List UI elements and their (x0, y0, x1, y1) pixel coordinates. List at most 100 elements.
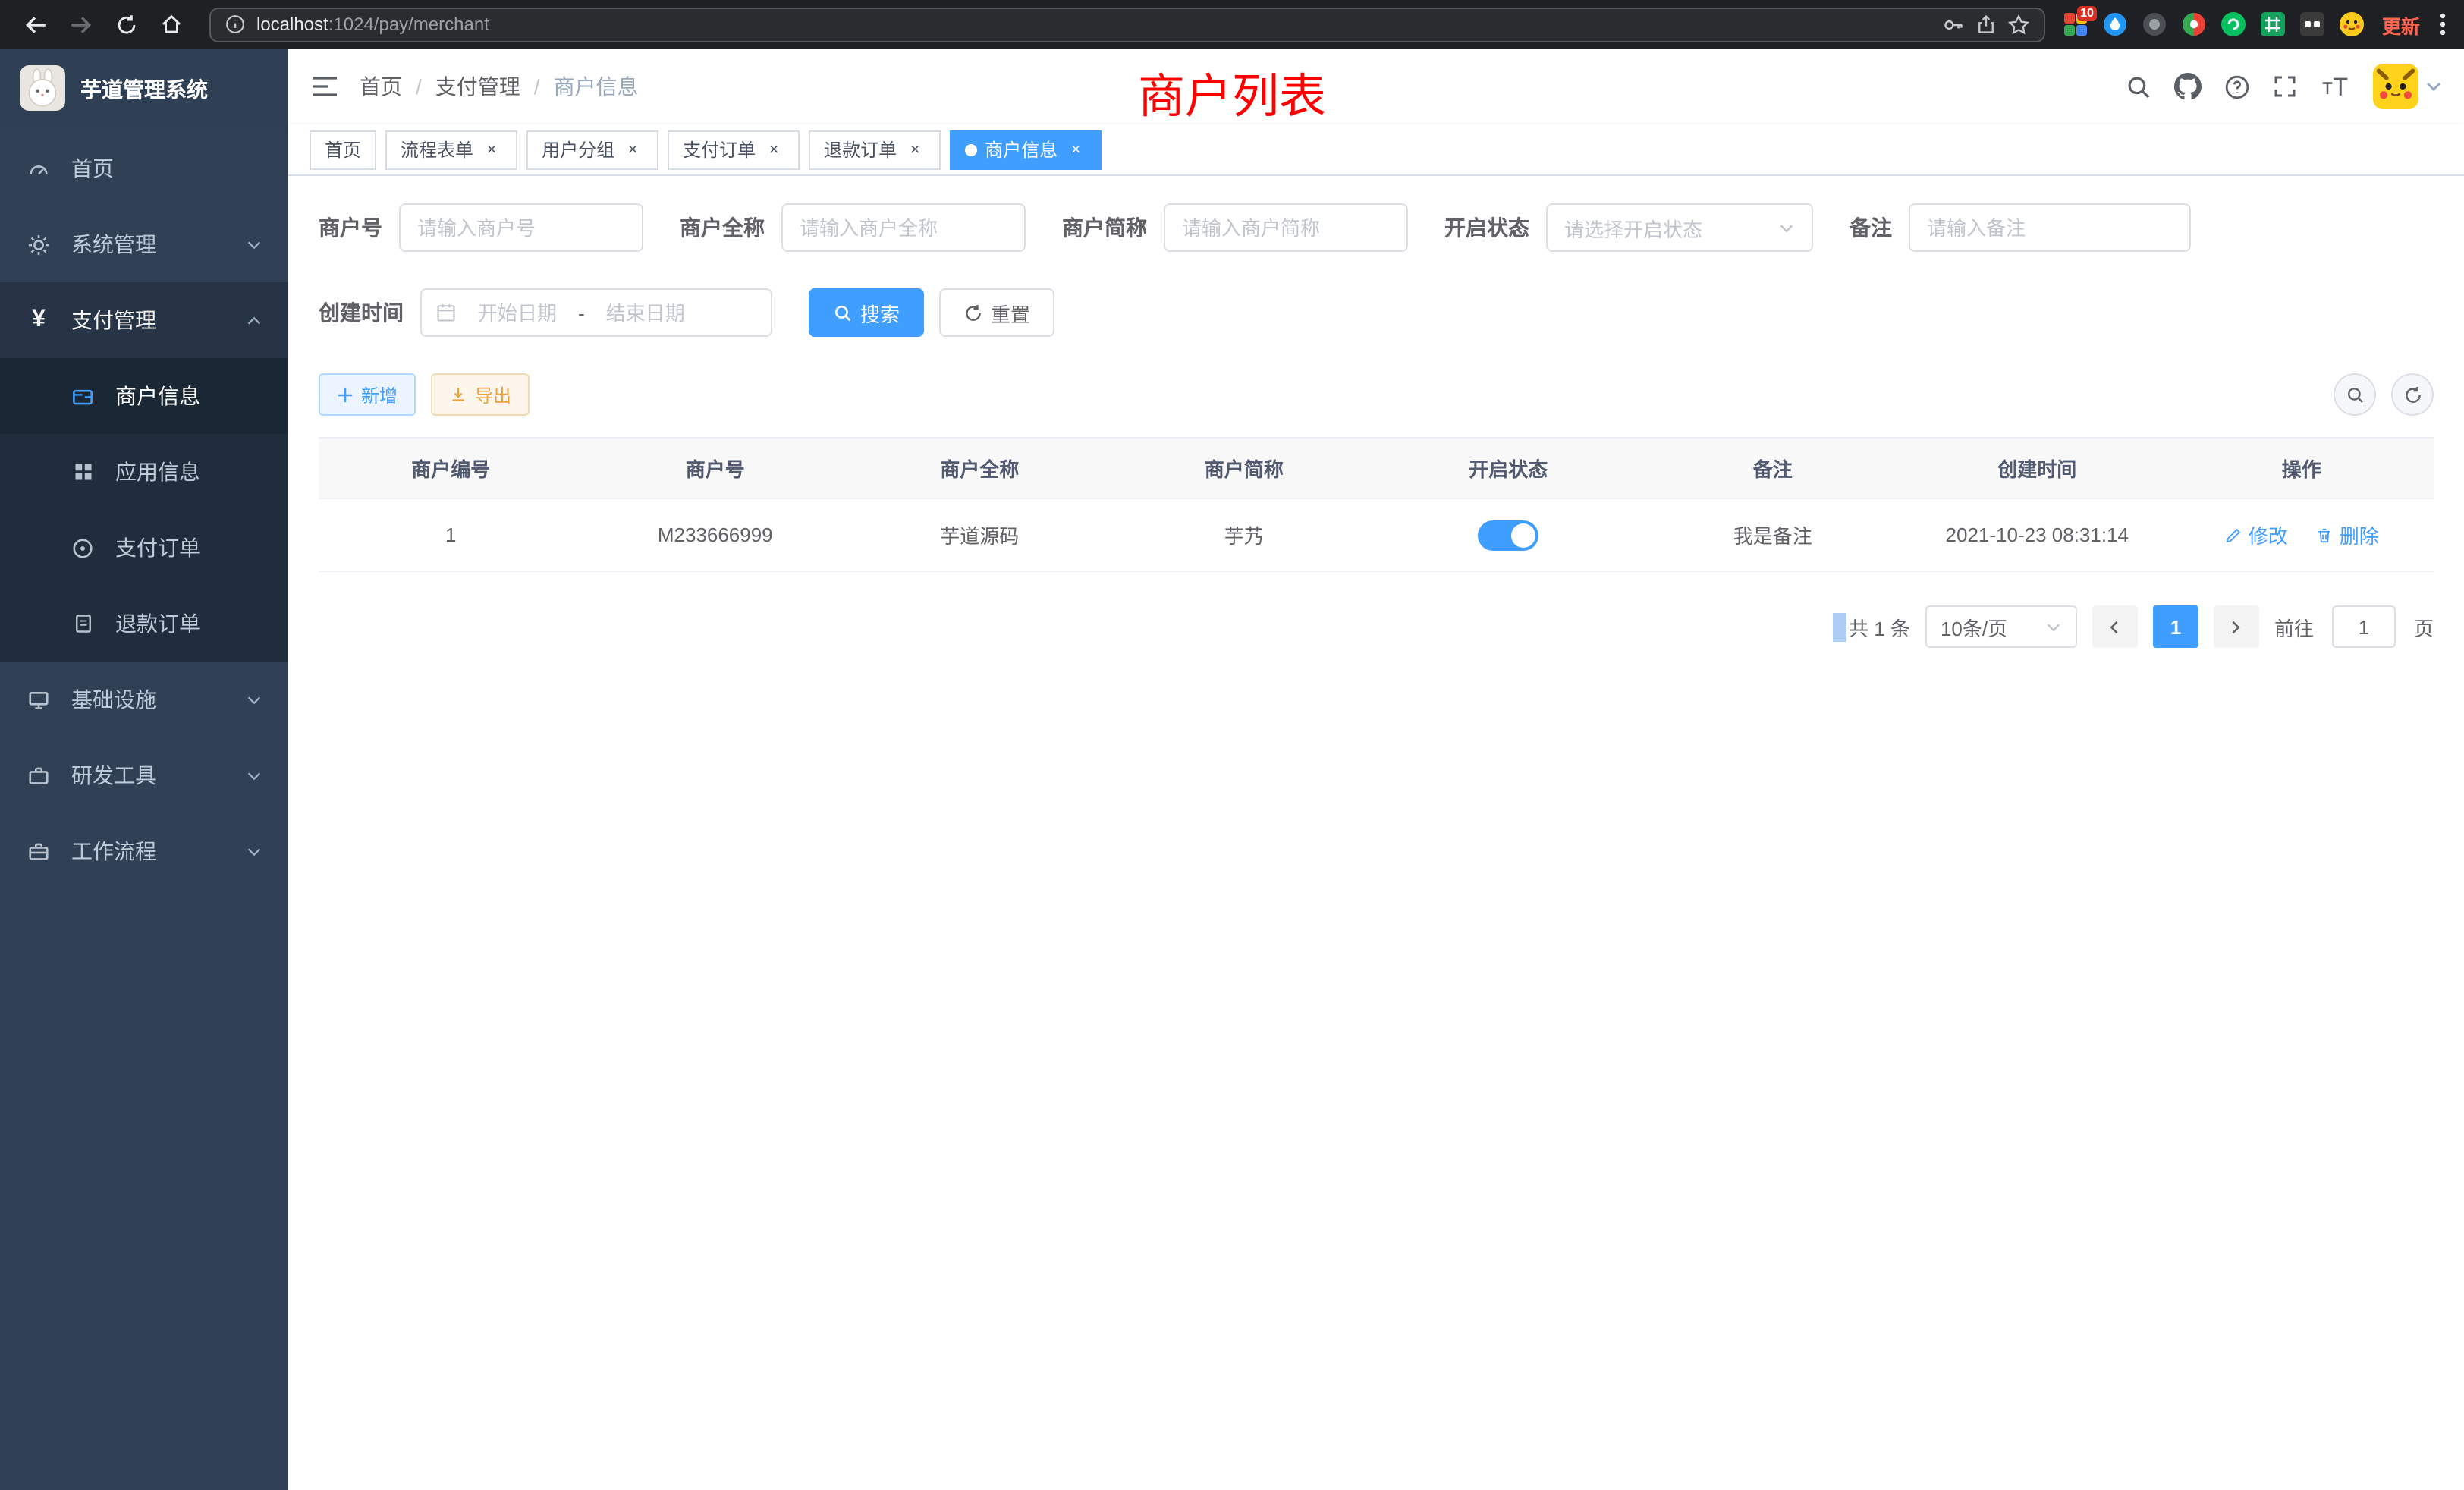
refresh-button[interactable] (2391, 373, 2434, 416)
extension-tampermonkey-icon[interactable] (2300, 11, 2326, 37)
page-size-select[interactable]: 10条/页 (1925, 605, 2077, 648)
full-name-label: 商户全称 (680, 212, 781, 243)
remark-input[interactable] (1909, 203, 2191, 252)
font-size-icon[interactable] (2320, 75, 2350, 98)
delete-button[interactable]: 删除 (2315, 520, 2379, 549)
goto-page-input[interactable] (2332, 605, 2396, 648)
bookmark-star-icon[interactable] (2007, 13, 2030, 36)
user-avatar[interactable] (2373, 64, 2441, 109)
tab-refund-order[interactable]: 退款订单 × (809, 130, 941, 169)
app-logo[interactable]: 芋道管理系统 (0, 49, 288, 130)
filter-create-time: 创建时间 - (319, 288, 772, 337)
full-name-input[interactable] (781, 203, 1026, 252)
sidebar-item-label: 应用信息 (115, 457, 200, 487)
breadcrumb: 首页 / 支付管理 / 商户信息 (360, 71, 639, 102)
sidebar-item-workflow[interactable]: 工作流程 (0, 813, 288, 889)
prev-page-button[interactable] (2092, 605, 2138, 648)
chevron-down-icon (246, 767, 262, 784)
sidebar-item-refund-order[interactable]: 退款订单 (0, 586, 288, 662)
active-dot (965, 143, 977, 156)
close-icon[interactable]: × (622, 139, 643, 160)
merchant-no-input[interactable] (399, 203, 643, 252)
extension-green-grid-icon[interactable] (2261, 11, 2286, 37)
url-path: :1024/pay/merchant (328, 14, 489, 35)
tab-home[interactable]: 首页 (310, 130, 376, 169)
browser-menu-dots-icon[interactable] (2437, 12, 2449, 36)
sidebar-item-app-info[interactable]: 应用信息 (0, 434, 288, 510)
table-toolbar: 新增 导出 (319, 373, 2434, 416)
tab-merchant-info[interactable]: 商户信息 × (950, 130, 1102, 169)
fullscreen-icon[interactable] (2273, 74, 2297, 99)
address-bar[interactable]: localhost:1024/pay/merchant (209, 7, 2045, 42)
edit-button[interactable]: 修改 (2224, 520, 2288, 549)
selection-artifact (1832, 612, 1846, 641)
navbar: 首页 / 支付管理 / 商户信息 (288, 49, 2464, 124)
sidebar-item-dev-tools[interactable]: 研发工具 (0, 737, 288, 813)
col-status: 开启状态 (1376, 438, 1641, 498)
hamburger-icon[interactable] (311, 76, 338, 97)
document-icon (70, 613, 96, 634)
browser-update-button[interactable]: 更新 (2379, 10, 2423, 39)
sidebar-item-label: 首页 (71, 153, 114, 184)
pagination: 共 1 条 10条/页 1 前往 (319, 605, 2434, 648)
search-icon (2345, 385, 2365, 404)
sidebar-item-system[interactable]: 系统管理 (0, 206, 288, 282)
calendar-icon (435, 302, 457, 323)
col-create-time: 创建时间 (1905, 438, 2170, 498)
table-header-row: 商户编号 商户号 商户全称 商户简称 开启状态 备注 创建时间 操作 (319, 438, 2434, 498)
sidebar-item-infrastructure[interactable]: 基础设施 (0, 662, 288, 737)
browser-back-icon[interactable] (15, 5, 55, 44)
close-icon[interactable]: × (763, 139, 784, 160)
extension-proxy-icon[interactable] (2182, 11, 2208, 37)
short-name-input[interactable] (1164, 203, 1408, 252)
status-select[interactable]: 请选择开启状态 (1546, 203, 1813, 252)
cell-full-name: 芋道源码 (847, 498, 1112, 571)
tab-process-form[interactable]: 流程表单 × (385, 130, 517, 169)
sidebar-item-label: 工作流程 (71, 836, 156, 866)
next-page-button[interactable] (2214, 605, 2259, 648)
export-button[interactable]: 导出 (431, 373, 530, 416)
sidebar-item-home[interactable]: 首页 (0, 130, 288, 206)
filter-remark: 备注 (1850, 203, 2191, 252)
toggle-search-button[interactable] (2334, 373, 2376, 416)
breadcrumb-home[interactable]: 首页 (360, 71, 402, 102)
close-icon[interactable]: × (1065, 139, 1086, 160)
extension-wechat-devtools-icon[interactable] (2221, 11, 2247, 37)
search-button[interactable]: 搜索 (809, 288, 924, 337)
tab-pay-order[interactable]: 支付订单 × (668, 130, 800, 169)
workflow-icon (26, 840, 52, 863)
status-toggle[interactable] (1478, 520, 1538, 550)
tab-user-group[interactable]: 用户分组 × (526, 130, 658, 169)
sidebar-item-pay[interactable]: ¥ 支付管理 (0, 282, 288, 358)
download-icon (449, 385, 467, 404)
url-text: localhost:1024/pay/merchant (256, 14, 1931, 35)
reset-button[interactable]: 重置 (939, 288, 1054, 337)
breadcrumb-pay[interactable]: 支付管理 (435, 71, 520, 102)
share-icon[interactable] (1975, 14, 1997, 35)
extension-dark-icon[interactable] (2142, 11, 2168, 37)
help-icon[interactable] (2224, 74, 2250, 99)
browser-home-icon[interactable] (152, 5, 191, 44)
close-icon[interactable]: × (904, 139, 926, 160)
sidebar-item-pay-order[interactable]: 支付订单 (0, 510, 288, 586)
yen-icon: ¥ (26, 308, 52, 332)
github-icon[interactable] (2174, 73, 2202, 100)
page-1-button[interactable]: 1 (2153, 605, 2198, 648)
extension-emoji-icon[interactable] (2340, 11, 2365, 37)
extension-drop-icon[interactable] (2103, 11, 2129, 37)
browser-forward-icon[interactable] (61, 5, 100, 44)
sidebar-item-label: 支付订单 (115, 533, 200, 563)
pikachu-avatar-icon (2373, 64, 2418, 109)
create-time-range-picker[interactable]: - (420, 288, 772, 337)
password-key-icon[interactable] (1942, 13, 1965, 36)
end-date-input[interactable] (591, 301, 700, 324)
start-date-input[interactable] (463, 301, 572, 324)
sidebar-item-merchant-info[interactable]: 商户信息 (0, 358, 288, 434)
search-icon[interactable] (2126, 74, 2151, 99)
extension-grid-icon[interactable]: 10 (2063, 11, 2089, 37)
close-icon[interactable]: × (481, 139, 502, 160)
site-info-icon[interactable] (225, 14, 246, 35)
add-button[interactable]: 新增 (319, 373, 416, 416)
browser-reload-icon[interactable] (106, 5, 146, 44)
chevron-down-icon (246, 236, 262, 253)
